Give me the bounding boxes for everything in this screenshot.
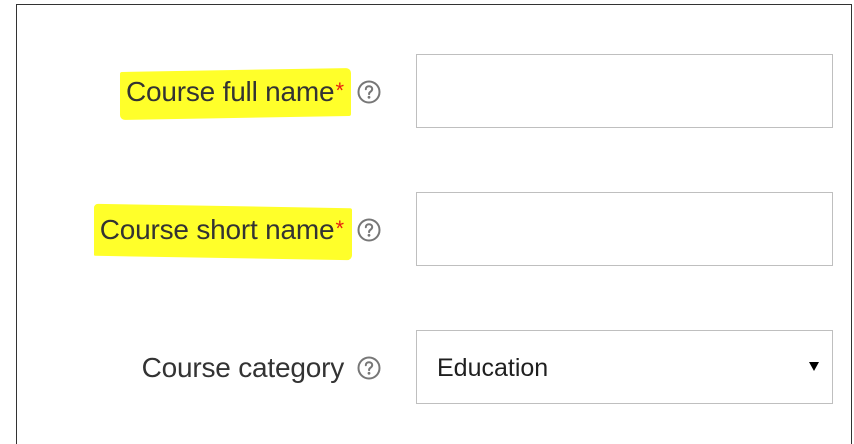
course-short-name-input[interactable] xyxy=(417,193,832,265)
course-category-value: Education xyxy=(437,354,549,382)
course-short-name-label-group: Course short name * xyxy=(93,203,381,261)
required-asterisk: * xyxy=(335,216,344,241)
question-circle-icon[interactable] xyxy=(357,218,381,242)
course-category-row: Course category Education xyxy=(17,330,851,406)
course-category-label: Course category xyxy=(141,352,345,383)
course-short-name-label-wrap: Course short name * xyxy=(93,203,352,261)
question-circle-icon[interactable] xyxy=(357,80,381,104)
course-settings-form: Course full name * Course short name * C… xyxy=(16,4,852,444)
required-asterisk: * xyxy=(335,78,344,103)
course-full-name-label: Course full name xyxy=(125,76,335,107)
course-full-name-row: Course full name * xyxy=(17,54,851,130)
course-full-name-label-group: Course full name * xyxy=(119,67,381,121)
dropdown-triangle-icon[interactable] xyxy=(809,362,819,371)
course-short-name-label: Course short name xyxy=(99,214,335,245)
course-full-name-field[interactable] xyxy=(416,54,833,128)
course-category-label-group: Course category xyxy=(142,350,381,386)
course-full-name-input[interactable] xyxy=(417,55,832,127)
question-circle-icon[interactable] xyxy=(357,356,381,380)
course-category-select[interactable]: Education xyxy=(416,330,833,404)
course-short-name-field[interactable] xyxy=(416,192,833,266)
course-short-name-row: Course short name * xyxy=(17,192,851,268)
course-full-name-label-wrap: Course full name * xyxy=(119,67,351,121)
